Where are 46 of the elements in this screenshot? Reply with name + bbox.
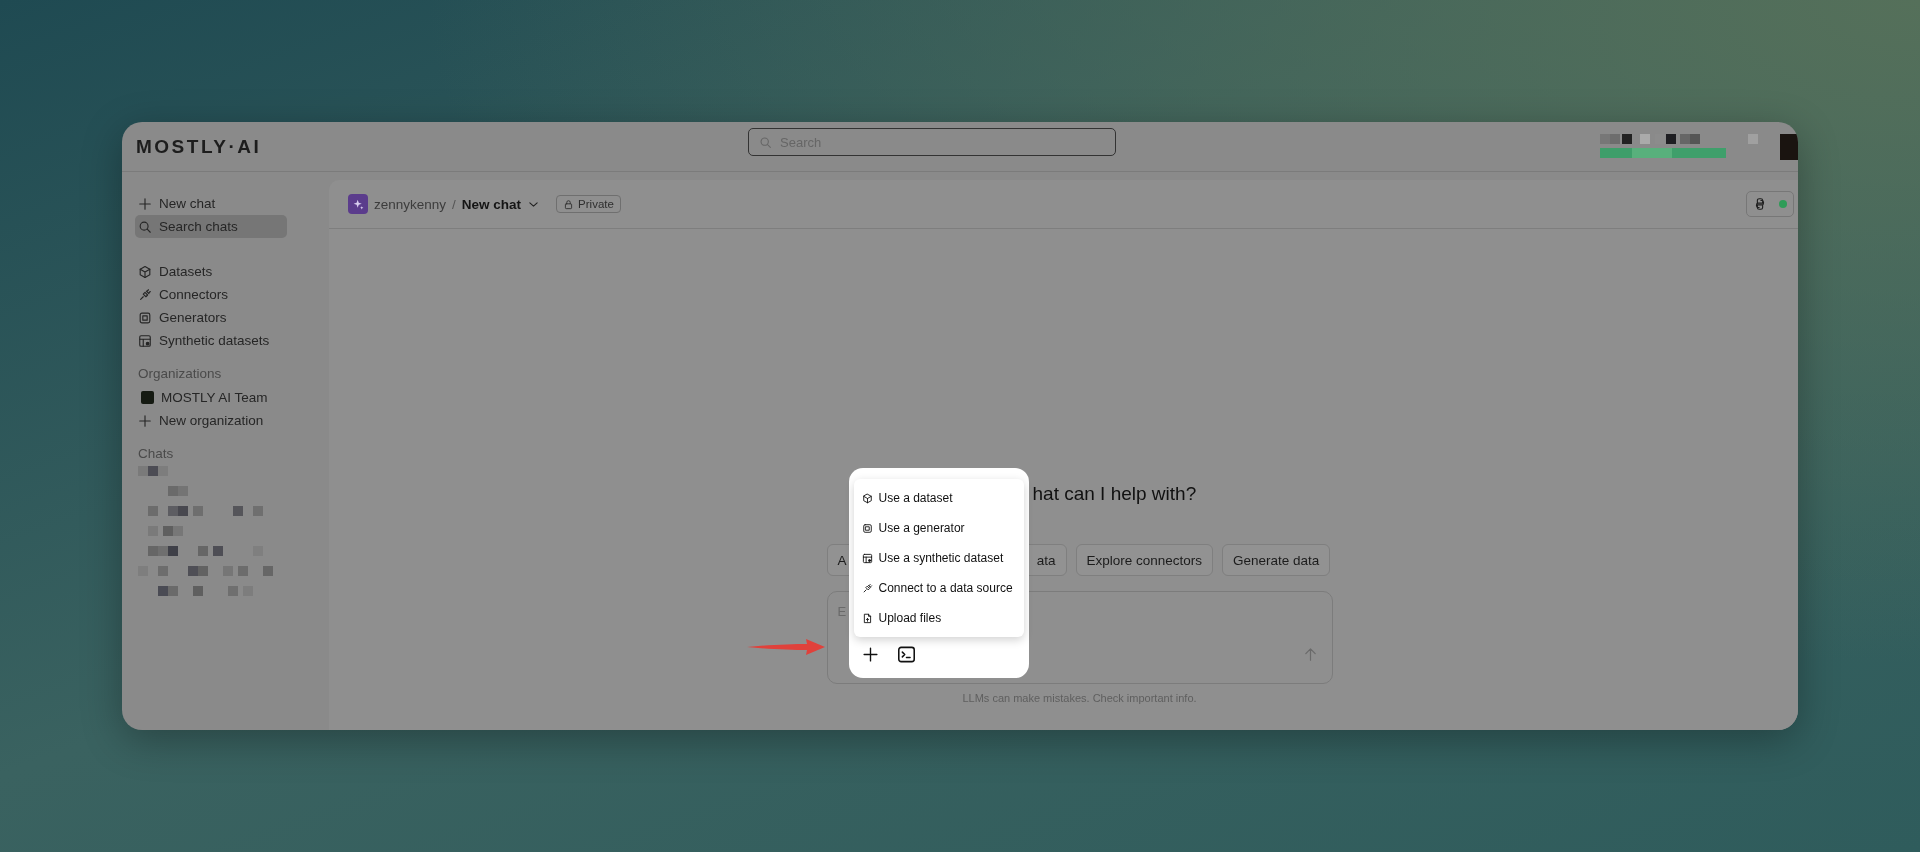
terminal-icon xyxy=(896,645,916,664)
menu-item[interactable]: Use a dataset xyxy=(853,483,1024,513)
send-arrow-icon xyxy=(1302,647,1318,662)
add-button[interactable] xyxy=(861,646,879,663)
plug-icon xyxy=(138,287,152,302)
tool-status-group[interactable] xyxy=(1746,191,1794,217)
chat-title[interactable]: New chat xyxy=(461,196,522,212)
search-icon xyxy=(759,135,772,149)
brand-logo: MOSTLY·AI xyxy=(136,135,263,158)
sidebar-item[interactable]: Search chats xyxy=(135,215,287,238)
breadcrumb-separator: / xyxy=(452,196,456,212)
sidebar-item[interactable]: Generators xyxy=(135,306,287,329)
section-heading: Chats xyxy=(138,446,175,461)
chip-icon xyxy=(861,522,873,534)
cube-icon xyxy=(138,264,152,279)
menu-item[interactable]: Use a generator xyxy=(853,513,1024,543)
chip-icon xyxy=(138,310,152,325)
plug-icon xyxy=(861,582,873,594)
search-icon xyxy=(138,219,152,234)
sidebar-item[interactable]: Connectors xyxy=(135,283,287,306)
plus-icon xyxy=(138,196,152,211)
table-icon xyxy=(861,552,873,564)
plus-icon xyxy=(138,413,152,428)
org-logo-icon xyxy=(141,391,154,404)
welcome-heading: hat can I help with? xyxy=(1032,483,1197,505)
sidebar-item[interactable]: Datasets xyxy=(135,260,287,283)
terminal-button[interactable] xyxy=(896,645,916,664)
menu-item[interactable]: Use a synthetic dataset xyxy=(853,543,1024,573)
table-icon xyxy=(138,333,152,348)
redacted-drawing xyxy=(168,486,188,496)
sidebar-item[interactable]: MOSTLY AI Team xyxy=(135,386,287,409)
private-button[interactable]: Private xyxy=(556,195,621,213)
plus-icon xyxy=(861,646,879,663)
redacted-drawing xyxy=(138,466,168,476)
cube-icon xyxy=(861,492,873,504)
redacted-drawing xyxy=(1780,133,1798,160)
lock-icon xyxy=(563,198,575,210)
suggestion-chip[interactable]: Explore connectors xyxy=(1075,544,1214,576)
menu-item[interactable]: Upload files xyxy=(853,603,1024,633)
sidebar-item[interactable]: New organization xyxy=(135,409,287,432)
sidebar-item[interactable]: New chat xyxy=(135,192,287,215)
file-icon xyxy=(861,612,873,624)
sidebar-item[interactable]: Synthetic datasets xyxy=(135,329,287,352)
suggestion-chip[interactable]: Generate data xyxy=(1222,544,1331,576)
section-heading: Organizations xyxy=(138,366,223,381)
owner-name[interactable]: zennykenny xyxy=(374,196,447,212)
